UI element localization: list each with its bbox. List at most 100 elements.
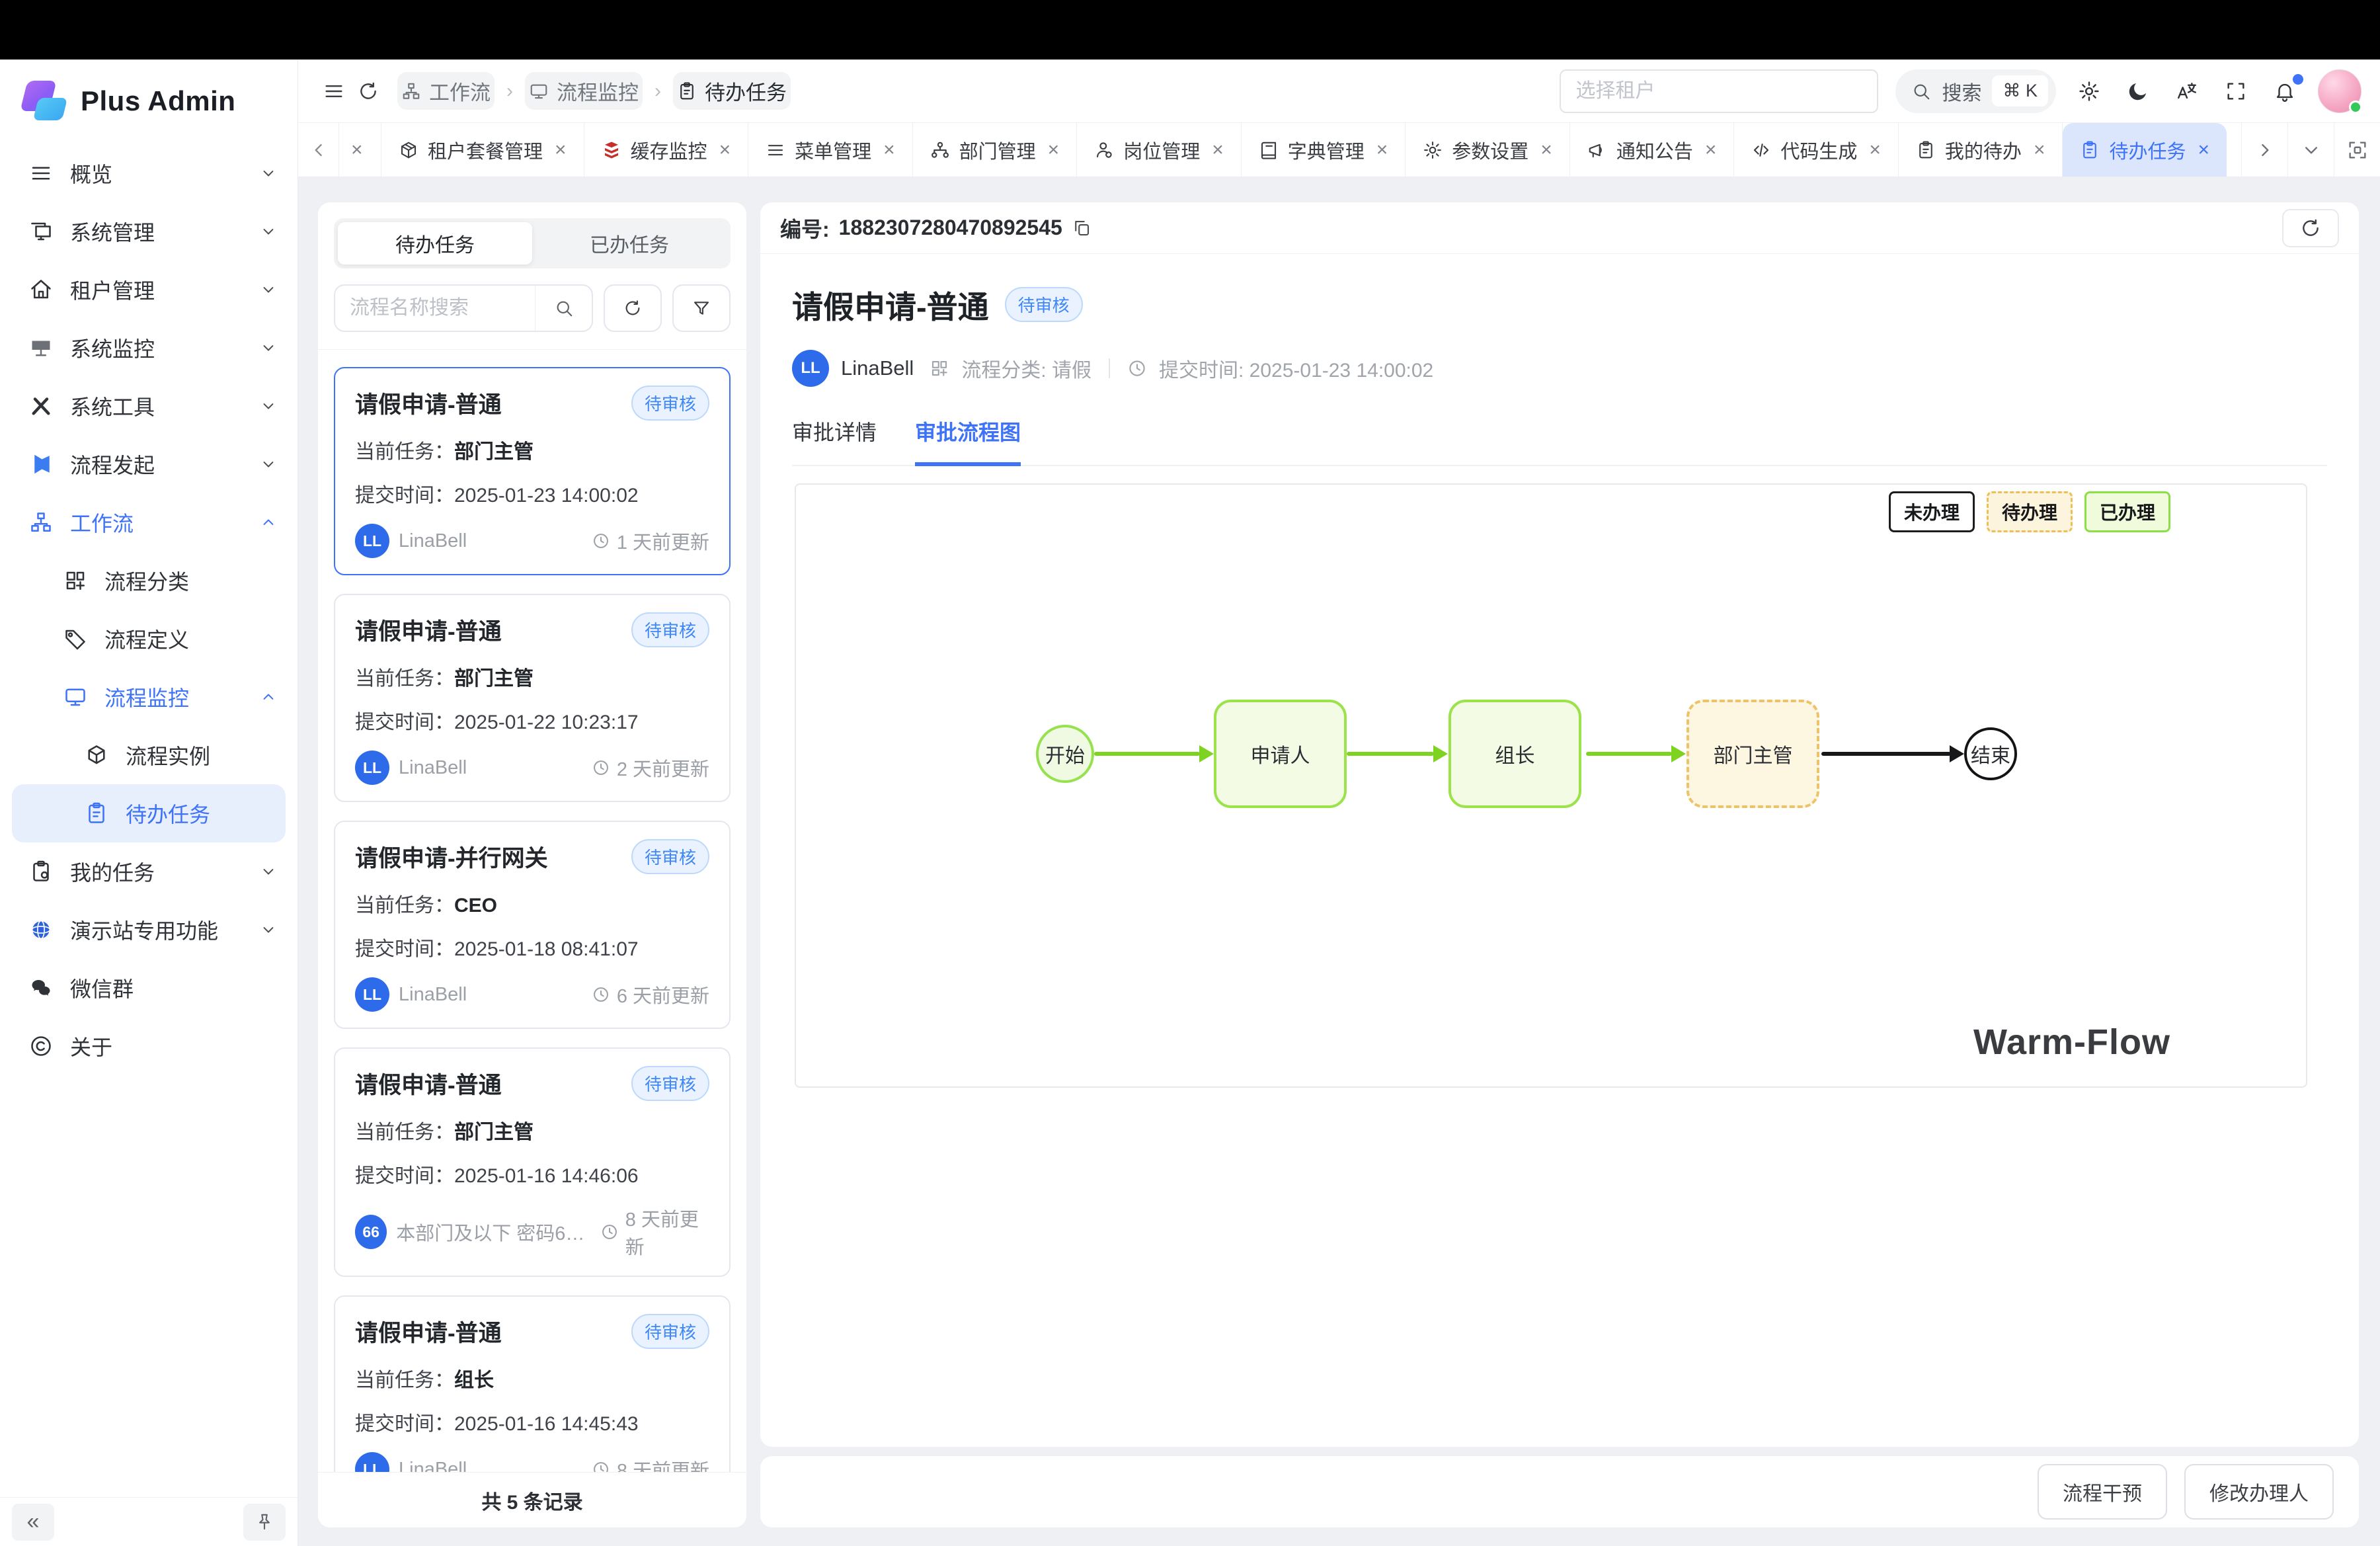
global-search-button[interactable]: 搜索 ⌘ K: [1895, 69, 2056, 113]
fullscreen-button[interactable]: [2220, 75, 2252, 107]
close-icon[interactable]: ×: [1209, 139, 1224, 161]
sidebar-item-workflow[interactable]: 工作流: [0, 493, 298, 551]
task-filter-button[interactable]: [672, 284, 731, 332]
breadcrumb-workflow[interactable]: 工作流: [397, 72, 495, 110]
menu-icon: [766, 140, 785, 160]
task-search-button[interactable]: [535, 286, 592, 331]
flow-node-end[interactable]: 结束: [1964, 727, 2017, 780]
tab-bar: × 租户套餐管理 × 缓存监控 × 菜单管理 × 部门管理 × 岗位管理 ×: [298, 123, 2380, 177]
close-icon[interactable]: ×: [2031, 139, 2045, 161]
content-fullscreen-button[interactable]: [2334, 123, 2380, 177]
sidebar-item-todo-tasks[interactable]: 待办任务: [12, 784, 286, 842]
flow-node-start[interactable]: 开始: [1036, 725, 1094, 783]
breadcrumb-todo-tasks[interactable]: 待办任务: [673, 72, 791, 110]
breadcrumb-flow-monitor[interactable]: 流程监控: [525, 72, 643, 110]
task-search-input[interactable]: [335, 297, 535, 319]
sidebar-item-flow-start[interactable]: 流程发起: [0, 435, 298, 493]
close-icon[interactable]: ×: [2195, 139, 2209, 161]
copy-button[interactable]: [1072, 218, 1091, 238]
settings-button[interactable]: [2073, 75, 2105, 107]
close-icon[interactable]: ×: [717, 139, 731, 161]
hamburger-menu-button[interactable]: [317, 74, 351, 108]
tab-param-settings[interactable]: 参数设置 ×: [1406, 123, 1570, 177]
sidebar-item-flow-instance[interactable]: 流程实例: [0, 726, 298, 784]
sidebar-pin-button[interactable]: [243, 1504, 286, 1541]
close-icon[interactable]: ×: [1374, 139, 1388, 161]
chevron-down-icon: [259, 455, 278, 473]
segment-done-tasks[interactable]: 已办任务: [532, 222, 727, 264]
tab-clipped[interactable]: ×: [339, 123, 381, 177]
chevron-down-icon: [259, 222, 278, 241]
tab-my-todo[interactable]: 我的待办 ×: [1899, 123, 2063, 177]
tab-cache-monitor[interactable]: 缓存监控 ×: [584, 123, 749, 177]
flow-arrowhead: [1433, 745, 1448, 762]
tab-approval-details[interactable]: 审批详情: [792, 416, 877, 465]
tenant-select-input[interactable]: [1560, 69, 1878, 113]
language-button[interactable]: [2171, 75, 2203, 107]
close-icon[interactable]: ×: [1866, 139, 1881, 161]
sidebar-item-tenant-mgmt[interactable]: 租户管理: [0, 261, 298, 319]
tabs-dropdown-button[interactable]: [2287, 123, 2334, 177]
close-icon[interactable]: ×: [1045, 139, 1060, 161]
task-card[interactable]: 请假申请-普通 待审核 当前任务：部门主管 提交时间：2025-01-23 14…: [334, 367, 731, 575]
flow-arrow: [1094, 752, 1200, 756]
tabs-scroll-left-button[interactable]: [298, 123, 339, 177]
refresh-page-button[interactable]: [351, 74, 385, 108]
tabs-scroll-right-button[interactable]: [2241, 123, 2287, 177]
sidebar-item-my-tasks[interactable]: 我的任务: [0, 842, 298, 901]
content-fullscreen-icon: [2346, 139, 2369, 161]
detail-title: 请假申请-普通: [792, 282, 989, 327]
sidebar-item-system-monitor[interactable]: 系统监控: [0, 319, 298, 377]
chevron-left-icon: [307, 139, 330, 161]
close-icon[interactable]: ×: [1702, 139, 1717, 161]
tab-dept-mgmt[interactable]: 部门管理 ×: [913, 123, 1078, 177]
fullscreen-icon: [2225, 80, 2247, 102]
close-icon[interactable]: ×: [881, 139, 895, 161]
sidebar-item-demo-features[interactable]: 演示站专用功能: [0, 901, 298, 959]
clock-icon: [592, 758, 610, 777]
flow-intervene-button[interactable]: 流程干预: [2038, 1464, 2167, 1520]
task-card[interactable]: 请假申请-普通 待审核 当前任务：部门主管 提交时间：2025-01-22 10…: [334, 594, 731, 802]
notifications-button[interactable]: [2269, 75, 2301, 107]
close-icon[interactable]: ×: [552, 139, 567, 161]
moon-icon: [2127, 80, 2149, 102]
tab-dict-mgmt[interactable]: 字典管理 ×: [1242, 123, 1406, 177]
sidebar-item-system-tools[interactable]: 系统工具: [0, 377, 298, 435]
task-card[interactable]: 请假申请-普通 待审核 当前任务：部门主管 提交时间：2025-01-16 14…: [334, 1047, 731, 1277]
sidebar-item-overview[interactable]: 概览: [0, 144, 298, 202]
tab-code-gen[interactable]: 代码生成 ×: [1734, 123, 1899, 177]
flow-node-applicant[interactable]: 申请人: [1214, 700, 1347, 808]
change-assignee-button[interactable]: 修改办理人: [2184, 1464, 2334, 1520]
task-card[interactable]: 请假申请-普通 待审核 当前任务：组长 提交时间：2025-01-16 14:4…: [334, 1295, 731, 1472]
tab-notice[interactable]: 通知公告 ×: [1570, 123, 1735, 177]
tab-tenant-package[interactable]: 租户套餐管理 ×: [381, 123, 584, 177]
search-icon: [1911, 81, 1931, 101]
sidebar-item-flow-category[interactable]: 流程分类: [0, 551, 298, 610]
task-card[interactable]: 请假申请-并行网关 待审核 当前任务：CEO 提交时间：2025-01-18 0…: [334, 821, 731, 1029]
flow-node-team-leader[interactable]: 组长: [1448, 700, 1581, 808]
close-icon[interactable]: ×: [1538, 139, 1552, 161]
tab-post-mgmt[interactable]: 岗位管理 ×: [1077, 123, 1242, 177]
flow-arrowhead: [1671, 745, 1686, 762]
tab-todo-tasks[interactable]: 待办任务 ×: [2063, 123, 2227, 177]
segment-todo-tasks[interactable]: 待办任务: [338, 222, 532, 264]
tab-menu-mgmt[interactable]: 菜单管理 ×: [748, 123, 913, 177]
sidebar-item-flow-monitor[interactable]: 流程监控: [0, 668, 298, 726]
close-icon[interactable]: ×: [348, 139, 363, 161]
sidebar-collapse-button[interactable]: «: [12, 1504, 54, 1541]
task-type-segmented-control: 待办任务 已办任务: [334, 218, 731, 268]
sidebar-item-about[interactable]: 关于: [0, 1017, 298, 1075]
task-reset-button[interactable]: [604, 284, 662, 332]
person-icon: [1094, 140, 1114, 160]
status-badge: 待审核: [631, 1314, 709, 1349]
flow-node-dept-manager[interactable]: 部门主管: [1686, 700, 1819, 808]
sidebar-item-flow-definition[interactable]: 流程定义: [0, 610, 298, 668]
sidebar-item-wechat-group[interactable]: 微信群: [0, 959, 298, 1017]
detail-body: 请假申请-普通 待审核 LL LinaBell 流程分类: 请假 提交时间: 2…: [760, 254, 2359, 1447]
dark-mode-toggle[interactable]: [2122, 75, 2154, 107]
user-avatar[interactable]: [2318, 69, 2361, 113]
detail-refresh-button[interactable]: [2282, 209, 2339, 247]
clipboard-icon: [677, 81, 697, 101]
tab-approval-flowchart[interactable]: 审批流程图: [915, 416, 1021, 466]
sidebar-item-system-mgmt[interactable]: 系统管理: [0, 202, 298, 261]
